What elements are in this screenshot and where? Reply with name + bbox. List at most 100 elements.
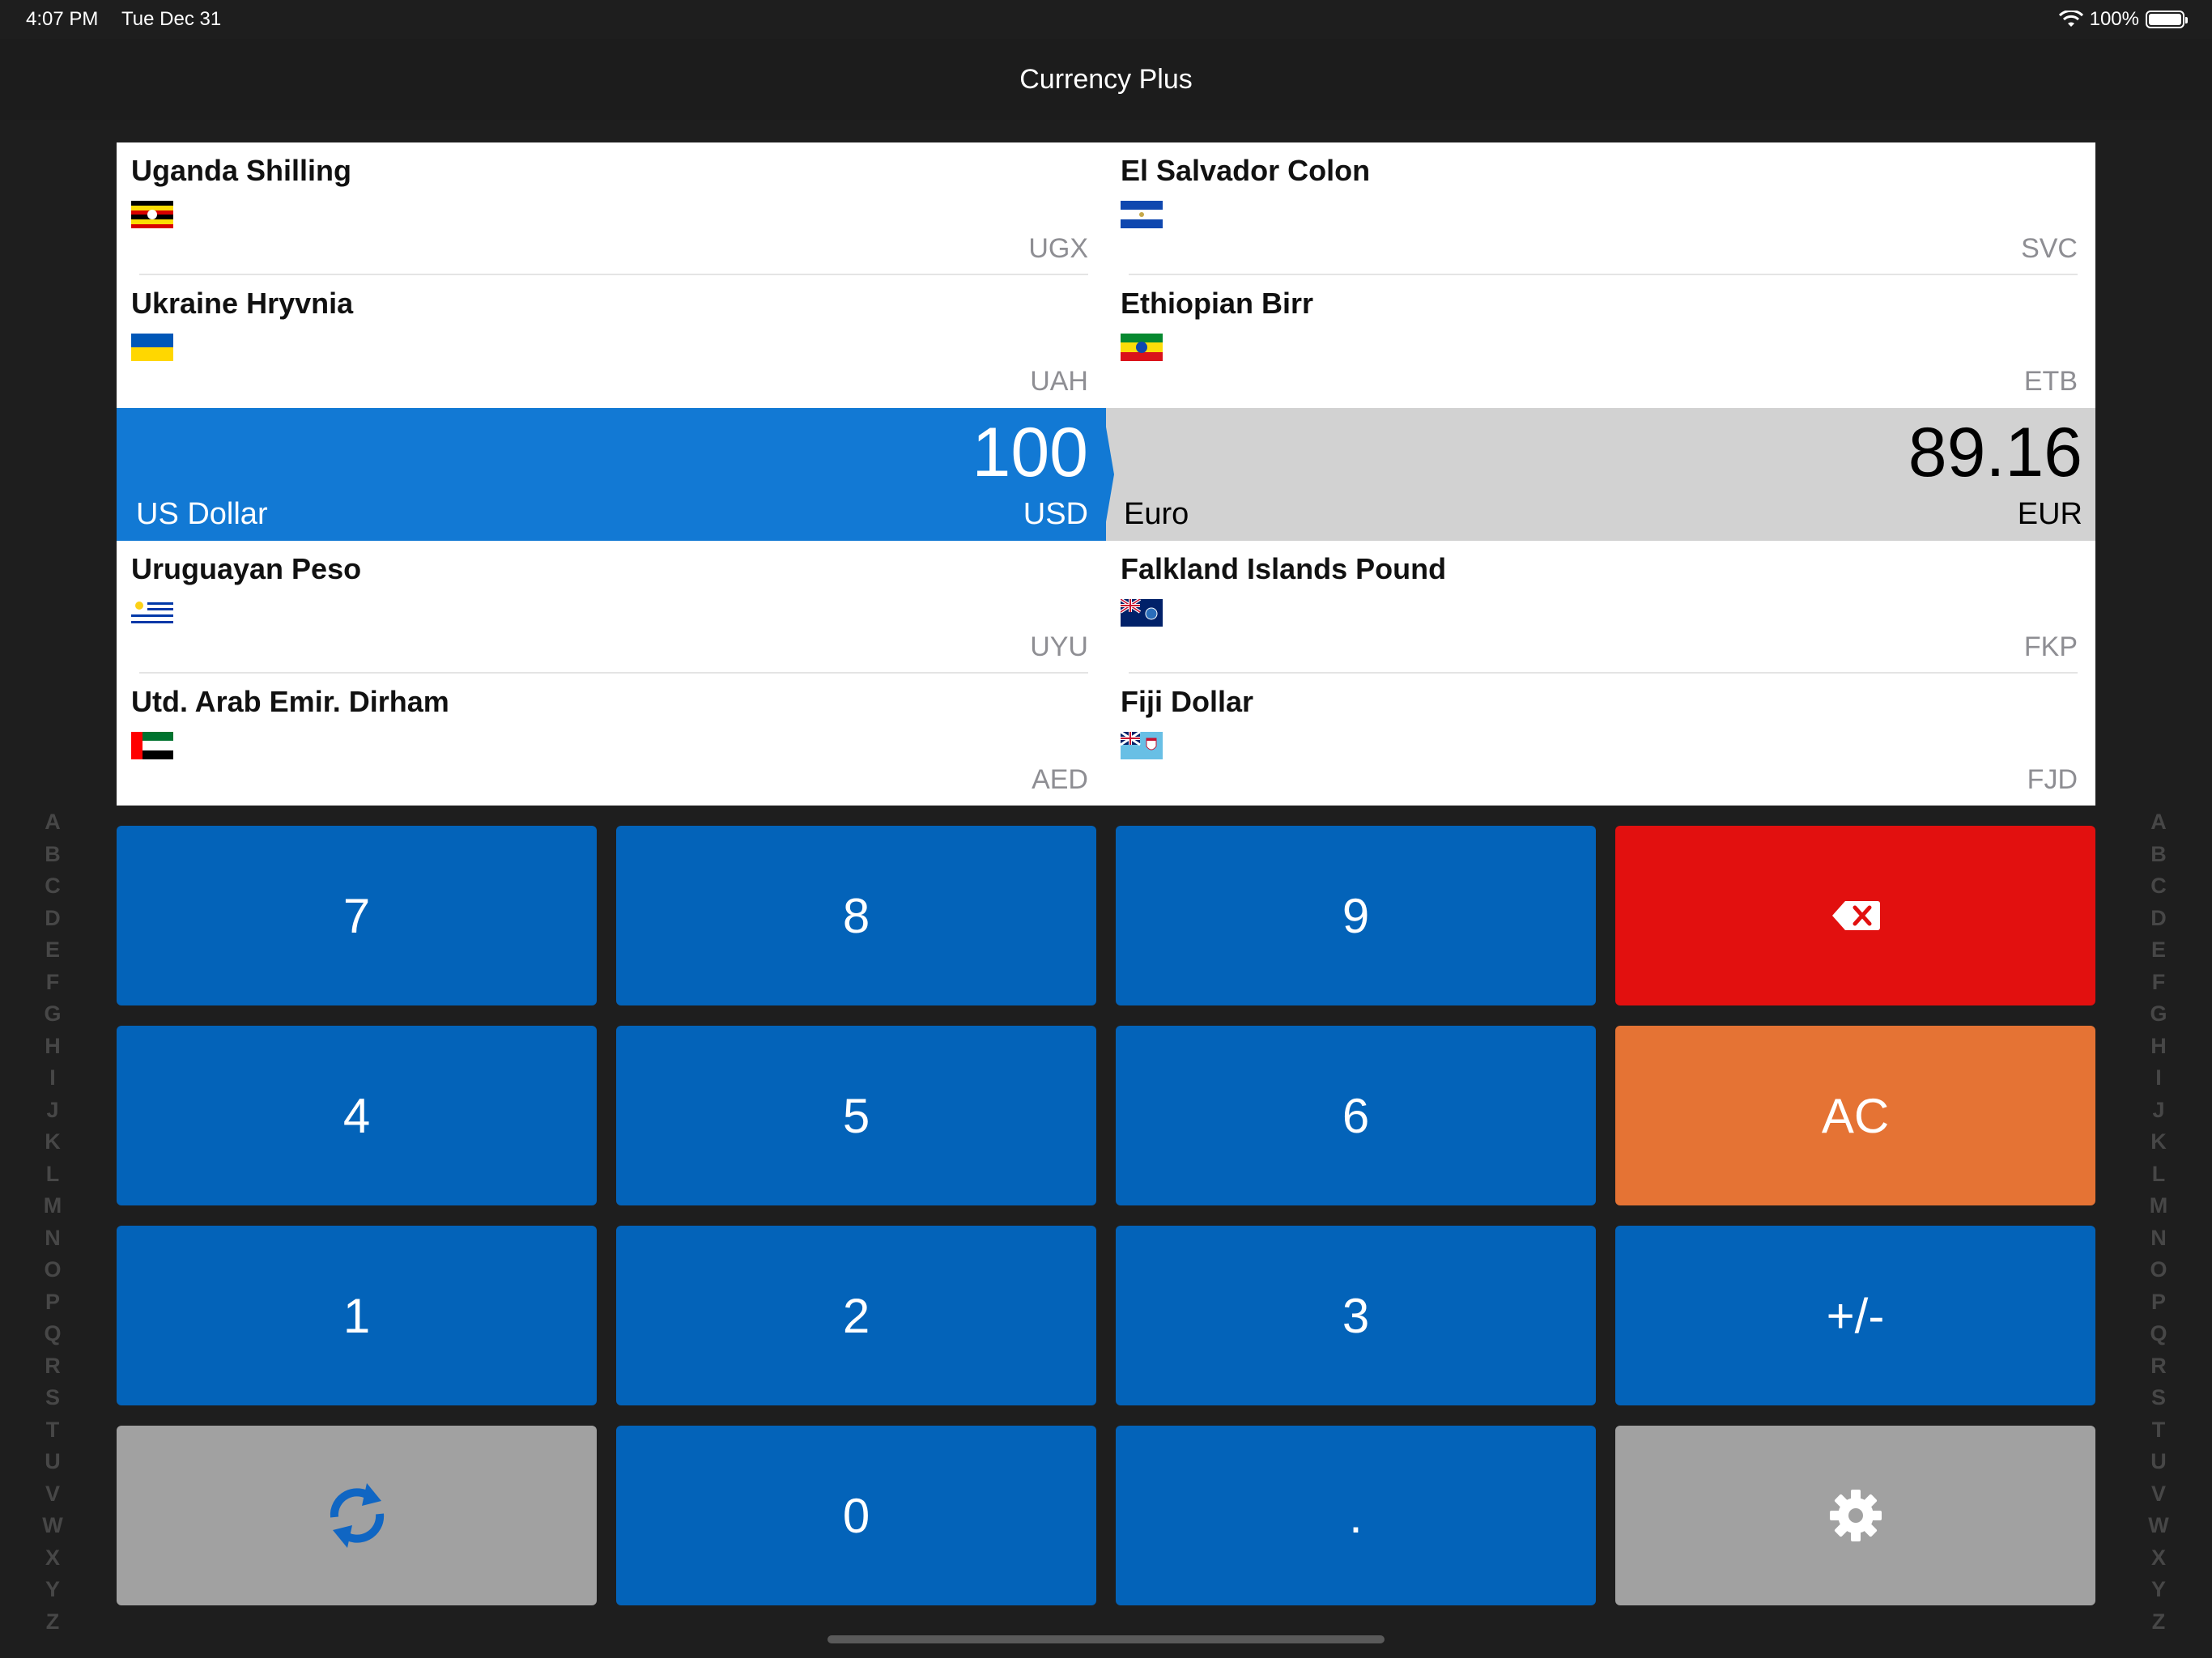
alphabet-letter[interactable]: S — [45, 1382, 60, 1414]
home-indicator[interactable] — [827, 1635, 1385, 1643]
currency-row-uyu[interactable]: Uruguayan Peso UYU — [117, 541, 1106, 674]
to-currency-list[interactable]: El Salvador Colon SVC Ethiopian Birr ETB… — [1106, 142, 2095, 806]
currency-code: UGX — [1028, 233, 1088, 264]
alphabet-letter[interactable]: U — [45, 1446, 61, 1478]
uruguay-flag-icon — [131, 599, 173, 627]
alphabet-letter[interactable]: E — [45, 934, 60, 967]
settings-button[interactable] — [1615, 1426, 2095, 1605]
battery-percent: 100% — [2089, 8, 2139, 30]
currency-row-uah[interactable]: Ukraine Hryvnia UAH — [117, 275, 1106, 408]
alphabet-letter[interactable]: J — [46, 1095, 58, 1127]
key-6[interactable]: 6 — [1116, 1026, 1596, 1205]
alphabet-letter[interactable]: Q — [44, 1318, 61, 1350]
currency-row-fjd[interactable]: Fiji Dollar FJD — [1106, 674, 2095, 806]
alphabet-letter[interactable]: A — [45, 806, 61, 839]
selected-from-currency[interactable]: 100 US Dollar USD — [117, 408, 1106, 541]
ethiopia-flag-icon — [1121, 334, 1163, 361]
currency-row-ugx[interactable]: Uganda Shilling UGX — [117, 142, 1106, 275]
alphabet-letter[interactable]: D — [2150, 903, 2167, 935]
alphabet-letter[interactable]: R — [2150, 1350, 2167, 1383]
alphabet-letter[interactable]: V — [2151, 1478, 2166, 1511]
backspace-icon — [1831, 901, 1880, 930]
backspace-button[interactable] — [1615, 826, 2095, 1005]
alphabet-letter[interactable]: P — [45, 1286, 60, 1319]
to-currency-name: Euro — [1124, 497, 1189, 531]
nav-bar: Currency Plus — [0, 39, 2212, 120]
alphabet-letter[interactable]: M — [2150, 1190, 2168, 1222]
alphabet-index-left[interactable]: ABCDEFGHIJKLMNOPQRSTUVWXYZ — [35, 806, 70, 1638]
alphabet-letter[interactable]: F — [46, 967, 60, 999]
alphabet-letter[interactable]: J — [2152, 1095, 2164, 1127]
alphabet-letter[interactable]: T — [2152, 1414, 2166, 1447]
alphabet-letter[interactable]: O — [44, 1254, 61, 1286]
key-2[interactable]: 2 — [616, 1226, 1096, 1405]
alphabet-letter[interactable]: Z — [2152, 1606, 2166, 1639]
alphabet-letter[interactable]: D — [45, 903, 61, 935]
alphabet-letter[interactable]: K — [2150, 1126, 2167, 1158]
key-7[interactable]: 7 — [117, 826, 597, 1005]
alphabet-letter[interactable]: F — [2152, 967, 2166, 999]
swap-button[interactable] — [117, 1426, 597, 1605]
alphabet-letter[interactable]: Z — [46, 1606, 60, 1639]
alphabet-letter[interactable]: U — [2150, 1446, 2167, 1478]
currency-row-aed[interactable]: Utd. Arab Emir. Dirham AED — [117, 674, 1106, 806]
alphabet-letter[interactable]: B — [45, 839, 61, 871]
alphabet-letter[interactable]: R — [45, 1350, 61, 1383]
alphabet-letter[interactable]: V — [45, 1478, 60, 1511]
selected-to-currency[interactable]: 89.16 Euro EUR — [1106, 408, 2095, 541]
alphabet-letter[interactable]: L — [46, 1158, 60, 1191]
alphabet-letter[interactable]: S — [2151, 1382, 2166, 1414]
sign-toggle-button[interactable]: +/- — [1615, 1226, 2095, 1405]
alphabet-letter[interactable]: C — [2150, 870, 2167, 903]
alphabet-letter[interactable]: H — [2150, 1031, 2167, 1063]
currency-name: Falkland Islands Pound — [1121, 552, 1447, 585]
alphabet-letter[interactable]: E — [2151, 934, 2166, 967]
battery-icon — [2146, 11, 2188, 28]
alphabet-letter[interactable]: H — [45, 1031, 61, 1063]
alphabet-index-right[interactable]: ABCDEFGHIJKLMNOPQRSTUVWXYZ — [2141, 806, 2176, 1638]
el-salvador-flag-icon — [1121, 201, 1163, 228]
alphabet-letter[interactable]: P — [2151, 1286, 2166, 1319]
alphabet-letter[interactable]: Y — [2151, 1574, 2166, 1606]
to-currency-code: EUR — [2017, 497, 2082, 531]
alphabet-letter[interactable]: I — [49, 1062, 56, 1095]
key-8[interactable]: 8 — [616, 826, 1096, 1005]
alphabet-letter[interactable]: C — [45, 870, 61, 903]
key-3[interactable]: 3 — [1116, 1226, 1596, 1405]
key-5[interactable]: 5 — [616, 1026, 1096, 1205]
conversion-arrow-icon — [1098, 408, 1114, 541]
alphabet-letter[interactable]: N — [45, 1222, 61, 1255]
alphabet-letter[interactable]: B — [2150, 839, 2167, 871]
currency-code: UYU — [1030, 631, 1088, 662]
alphabet-letter[interactable]: X — [2151, 1542, 2166, 1575]
decimal-button[interactable]: . — [1116, 1426, 1596, 1605]
key-4[interactable]: 4 — [117, 1026, 597, 1205]
alphabet-letter[interactable]: G — [44, 998, 61, 1031]
alphabet-letter[interactable]: G — [2150, 998, 2167, 1031]
currency-row-etb[interactable]: Ethiopian Birr ETB — [1106, 275, 2095, 408]
alphabet-letter[interactable]: Y — [45, 1574, 60, 1606]
from-currency-code: USD — [1023, 497, 1088, 531]
alphabet-letter[interactable]: Q — [2150, 1318, 2167, 1350]
alphabet-letter[interactable]: X — [45, 1542, 60, 1575]
key-9[interactable]: 9 — [1116, 826, 1596, 1005]
alphabet-letter[interactable]: M — [44, 1190, 62, 1222]
from-currency-list[interactable]: Uganda Shilling UGX Ukraine Hryvnia UAH … — [117, 142, 1106, 806]
alphabet-letter[interactable]: T — [46, 1414, 60, 1447]
alphabet-letter[interactable]: L — [2152, 1158, 2166, 1191]
alphabet-letter[interactable]: I — [2155, 1062, 2162, 1095]
alphabet-letter[interactable]: W — [42, 1510, 62, 1542]
clear-button[interactable]: AC — [1615, 1026, 2095, 1205]
alphabet-letter[interactable]: O — [2150, 1254, 2167, 1286]
currency-code: SVC — [2021, 233, 2078, 264]
currency-row-svc[interactable]: El Salvador Colon SVC — [1106, 142, 2095, 275]
alphabet-letter[interactable]: W — [2148, 1510, 2168, 1542]
alphabet-letter[interactable]: A — [2150, 806, 2167, 839]
alphabet-letter[interactable]: N — [2150, 1222, 2167, 1255]
key-1[interactable]: 1 — [117, 1226, 597, 1405]
fiji-flag-icon — [1121, 732, 1163, 759]
alphabet-letter[interactable]: K — [45, 1126, 61, 1158]
currency-row-fkp[interactable]: Falkland Islands Pound FKP — [1106, 541, 2095, 674]
currency-name: Uruguayan Peso — [131, 552, 362, 585]
key-0[interactable]: 0 — [616, 1426, 1096, 1605]
